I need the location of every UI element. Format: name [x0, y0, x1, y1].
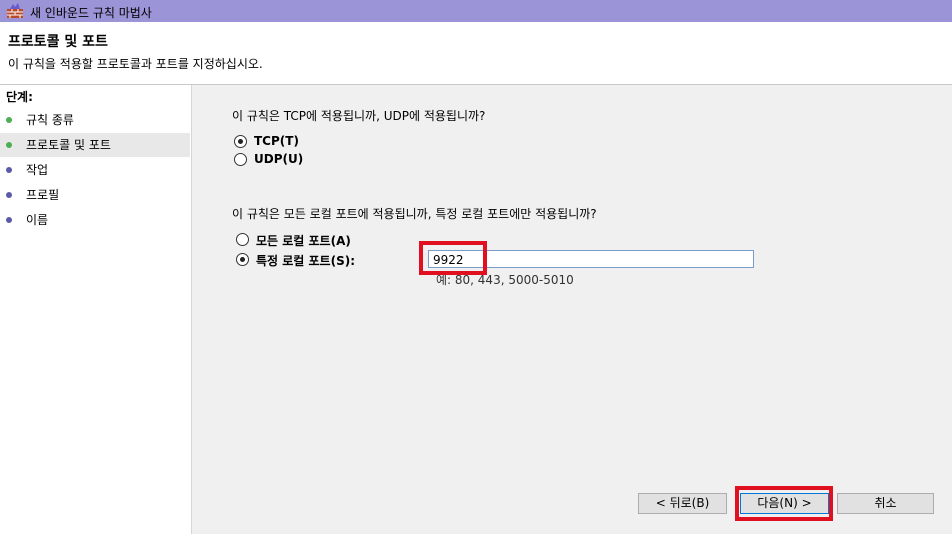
step-done-bullet-icon: [6, 142, 12, 148]
all-ports-label: 모든 로컬 포트(A): [256, 234, 351, 248]
all-ports-radio[interactable]: [236, 233, 249, 246]
specific-ports-label: 특정 로컬 포트(S):: [256, 254, 356, 268]
step-name[interactable]: 이름: [0, 208, 190, 232]
step-label: 규칙 종류: [26, 113, 74, 127]
udp-label: UDP(U): [254, 152, 304, 166]
step-todo-bullet-icon: [6, 167, 12, 173]
cancel-button[interactable]: 취소: [837, 493, 934, 514]
step-label: 프로토콜 및 포트: [26, 138, 111, 152]
page-subtitle: 이 규칙을 적용할 프로토콜과 포트를 지정하십시오.: [8, 57, 263, 71]
step-todo-bullet-icon: [6, 192, 12, 198]
step-action[interactable]: 작업: [0, 158, 190, 182]
udp-radio[interactable]: [234, 153, 247, 166]
step-todo-bullet-icon: [6, 217, 12, 223]
step-profile[interactable]: 프로필: [0, 183, 190, 207]
step-label: 이름: [26, 213, 49, 227]
protocol-question: 이 규칙은 TCP에 적용됩니까, UDP에 적용됩니까?: [232, 109, 486, 123]
ports-question: 이 규칙은 모든 로컬 포트에 적용됩니까, 특정 로컬 포트에만 적용됩니까?: [232, 207, 597, 221]
steps-sidebar: 단계: 규칙 종류 프로토콜 및 포트 작업 프로필 이름: [0, 85, 192, 534]
wizard-header: 프로토콜 및 포트 이 규칙을 적용할 프로토콜과 포트를 지정하십시오.: [0, 22, 952, 85]
page-title: 프로토콜 및 포트: [8, 34, 108, 50]
step-rule-type[interactable]: 규칙 종류: [0, 108, 190, 132]
firewall-icon: [7, 3, 23, 18]
step-done-bullet-icon: [6, 117, 12, 123]
back-button[interactable]: < 뒤로(B): [638, 493, 727, 514]
port-hint: 예: 80, 443, 5000-5010: [436, 273, 574, 287]
next-button[interactable]: 다음(N) >: [740, 493, 829, 514]
window-title: 새 인바운드 규칙 마법사: [30, 6, 152, 20]
step-label: 작업: [26, 163, 49, 177]
specific-ports-radio[interactable]: [236, 253, 249, 266]
port-input[interactable]: 9922: [428, 250, 754, 268]
step-label: 프로필: [26, 188, 60, 202]
tcp-radio[interactable]: [234, 135, 247, 148]
steps-label: 단계:: [6, 90, 33, 104]
step-protocol-and-ports[interactable]: 프로토콜 및 포트: [0, 133, 190, 157]
title-bar: 새 인바운드 규칙 마법사: [0, 0, 952, 22]
wizard-content: 이 규칙은 TCP에 적용됩니까, UDP에 적용됩니까? TCP(T) UDP…: [192, 85, 952, 534]
tcp-label: TCP(T): [254, 134, 299, 148]
